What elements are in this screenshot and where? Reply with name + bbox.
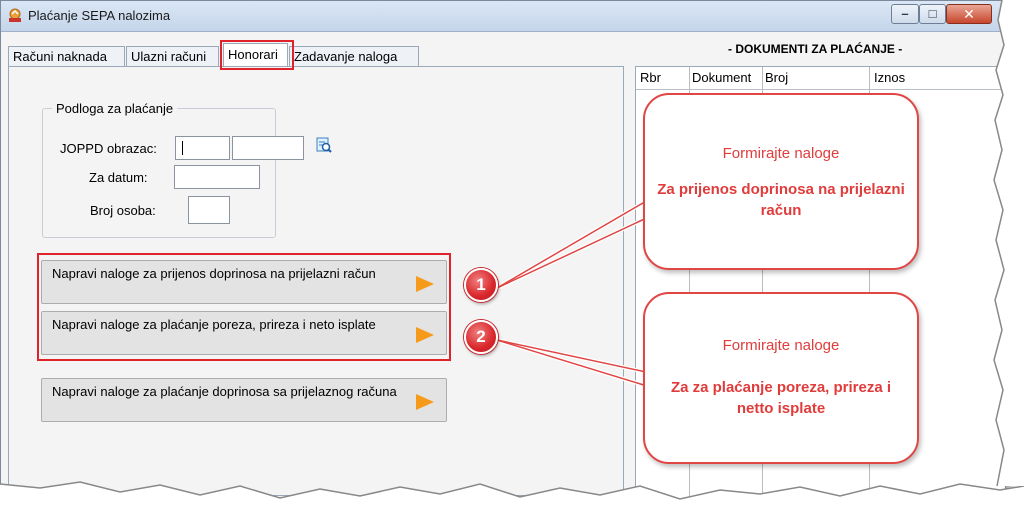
callout-body: Za prijenos doprinosa na prijelazni raču… [657,181,905,219]
callout-heading: Formirajte naloge [722,145,840,162]
tab-racuni-naknada[interactable]: Računi naknada [8,46,125,66]
callout-heading: Formirajte naloge [722,337,840,354]
title-bar: Plaćanje SEPA nalozima – □ ✕ [1,1,1005,32]
tab-ulazni-racuni[interactable]: Ulazni računi [126,46,219,66]
minimize-button[interactable]: – [891,4,919,24]
column-header-iznos[interactable]: Iznos [874,70,905,85]
callout-body: Za za plaćanje poreza, prireza i netto i… [670,379,892,417]
button-label: Napravi naloge za plaćanje doprinosa sa … [52,384,397,399]
step-badge-1: 1 [464,268,498,302]
text-caret [182,141,183,155]
joppd-field-2[interactable] [232,136,304,160]
joppd-field-1[interactable] [175,136,230,160]
close-icon: ✕ [963,6,975,22]
column-header-rbr[interactable]: Rbr [640,70,661,85]
minimize-icon: – [901,6,909,21]
honorari-tab-highlight [220,40,294,70]
app-icon [9,8,21,22]
documents-title: - DOKUMENTI ZA PLAĆANJE - [728,42,903,56]
window-title: Plaćanje SEPA nalozima [28,8,171,23]
column-header-broj[interactable]: Broj [765,70,788,85]
maximize-button[interactable]: □ [919,4,946,24]
lookup-icon[interactable] [316,137,332,153]
persons-label: Broj osoba: [90,203,156,218]
buttons-highlight [37,253,451,361]
joppd-label: JOPPD obrazac: [60,141,157,156]
play-arrow-icon [416,394,434,410]
persons-field[interactable] [188,196,230,224]
callout-prijenos: Formirajte naloge Za prijenos doprinosa … [643,93,919,270]
step-badge-2: 2 [464,320,498,354]
date-label: Za datum: [89,170,148,185]
column-header-dokument[interactable]: Dokument [692,70,751,85]
maximize-icon: □ [928,6,937,21]
placanje-doprinosa-button[interactable]: Napravi naloge za plaćanje doprinosa sa … [41,378,447,422]
close-button[interactable]: ✕ [946,4,992,24]
group-legend: Podloga za plaćanje [52,101,178,116]
callout-porez: Formirajte naloge Za za plaćanje poreza,… [643,292,919,464]
date-field[interactable] [174,165,260,189]
tab-zadavanje-naloga[interactable]: Zadavanje naloga [289,46,419,66]
header-divider [636,89,1004,90]
